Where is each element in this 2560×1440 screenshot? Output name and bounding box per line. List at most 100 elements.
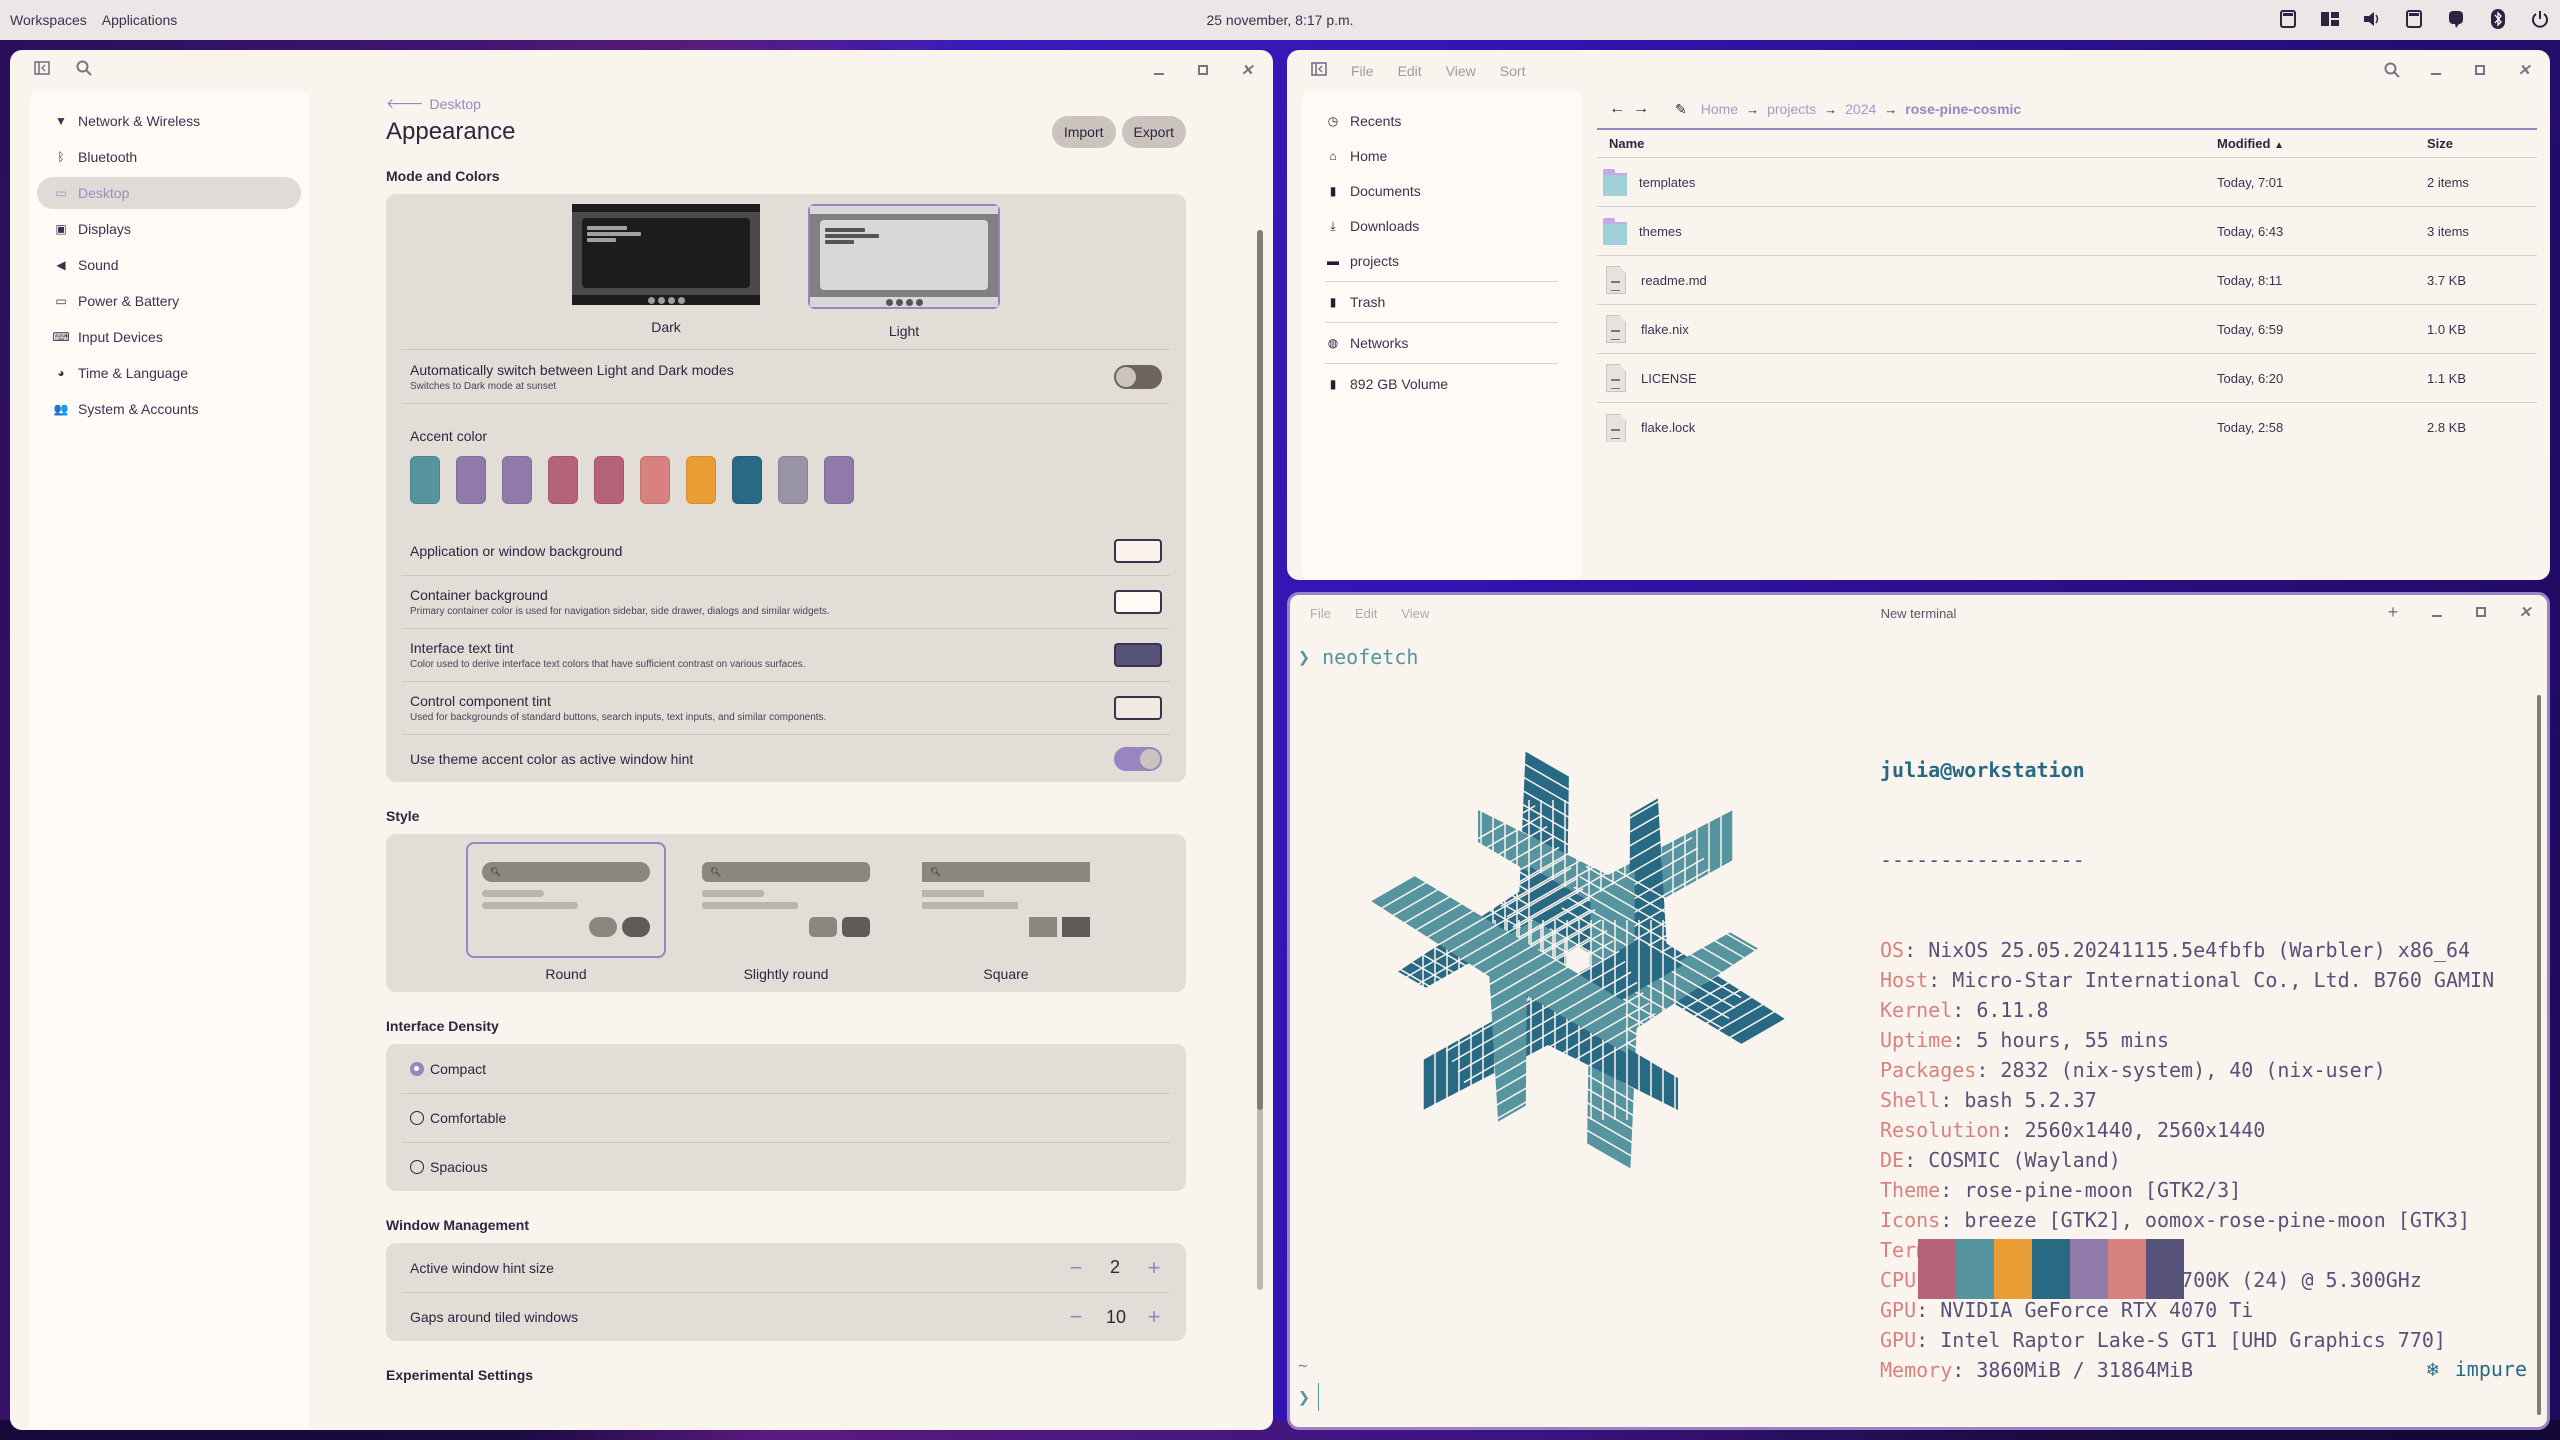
radio-button[interactable] (410, 1111, 424, 1125)
files-sidebar-item-documents[interactable]: ▮ Documents (1301, 176, 1582, 206)
file-row[interactable]: readme.md Today, 8:11 3.7 KB (1597, 256, 2537, 305)
file-row[interactable]: flake.nix Today, 6:59 1.0 KB (1597, 305, 2537, 354)
style-option-square[interactable]: 🔍︎ Square (906, 842, 1106, 982)
mode-option-dark[interactable]: Dark (572, 204, 760, 339)
sidebar-item-desktop[interactable]: ▭ Desktop (37, 177, 301, 209)
column-modified[interactable]: Modified ▲ (2217, 136, 2427, 151)
minimize-button[interactable] (2429, 604, 2445, 620)
applications-button[interactable]: Applications (102, 12, 178, 28)
files-sidebar-item-892-gb-volume[interactable]: ▮ 892 GB Volume (1301, 369, 1582, 399)
bluetooth-icon[interactable] (2488, 8, 2508, 30)
accent-swatch[interactable] (732, 456, 762, 504)
menu-edit[interactable]: Edit (1398, 63, 1422, 79)
notification-icon[interactable] (2446, 8, 2466, 30)
section-experimental[interactable]: Experimental Settings (386, 1367, 1186, 1383)
menu-edit[interactable]: Edit (1355, 606, 1377, 621)
sidebar-item-power-battery[interactable]: ▭ Power & Battery (37, 285, 301, 317)
breadcrumb-current[interactable]: rose-pine-cosmic (1905, 101, 2021, 117)
accent-swatch[interactable] (686, 456, 716, 504)
edit-path-icon[interactable]: ✎ (1675, 101, 1687, 118)
sidebar-item-time-language[interactable]: ◕ Time & Language (37, 357, 301, 389)
accent-swatch[interactable] (594, 456, 624, 504)
close-button[interactable]: ✕ (2516, 62, 2532, 79)
volume-icon[interactable] (2362, 8, 2382, 30)
command-input[interactable]: ❯ (1298, 1383, 1320, 1411)
sidebar-toggle-icon[interactable] (1311, 62, 1327, 79)
files-sidebar-item-downloads[interactable]: ⤓ Downloads (1301, 211, 1582, 241)
file-row[interactable]: LICENSE Today, 6:20 1.1 KB (1597, 354, 2537, 403)
files-sidebar-item-networks[interactable]: ◍ Networks (1301, 328, 1582, 358)
decrement-button[interactable]: − (1068, 1255, 1084, 1281)
breadcrumb-item[interactable]: 2024 (1845, 101, 1876, 117)
sidebar-toggle-icon[interactable] (34, 61, 50, 80)
sidebar-item-network-wireless[interactable]: ▼ Network & Wireless (37, 105, 301, 137)
accent-swatch[interactable] (824, 456, 854, 504)
files-sidebar-item-projects[interactable]: ▬ projects (1301, 246, 1582, 276)
menu-view[interactable]: View (1401, 606, 1429, 621)
sidebar-item-system-accounts[interactable]: 👥 System & Accounts (37, 393, 301, 425)
accent-swatch[interactable] (410, 456, 440, 504)
back-arrow-icon[interactable]: ← (1609, 100, 1625, 118)
accent-swatch[interactable] (502, 456, 532, 504)
decrement-button[interactable]: − (1068, 1304, 1084, 1330)
maximize-button[interactable] (2472, 62, 2488, 78)
display-icon[interactable] (2278, 8, 2298, 30)
file-row[interactable]: themes Today, 6:43 3 items (1597, 207, 2537, 256)
breadcrumb-item[interactable]: projects (1767, 101, 1816, 117)
style-option-round[interactable]: 🔍︎ Round (466, 842, 666, 982)
file-row[interactable]: templates Today, 7:01 2 items (1597, 158, 2537, 207)
sidebar-item-displays[interactable]: ▣ Displays (37, 213, 301, 245)
files-sidebar-item-trash[interactable]: ▮ Trash (1301, 287, 1582, 317)
color-picker-button[interactable] (1114, 643, 1162, 667)
workspaces-button[interactable]: Workspaces (10, 12, 87, 28)
files-sidebar-item-recents[interactable]: ◷ Recents (1301, 106, 1582, 136)
accent-hint-toggle[interactable] (1114, 746, 1162, 771)
display-icon-2[interactable] (2404, 8, 2424, 30)
accent-swatch[interactable] (548, 456, 578, 504)
power-icon[interactable] (2530, 8, 2550, 30)
density-option-spacious[interactable]: Spacious (402, 1142, 1170, 1191)
terminal-output[interactable]: ❯ neofetch julia@workstation -----------… (1298, 645, 2527, 1417)
menu-sort[interactable]: Sort (1500, 63, 1526, 79)
radio-button[interactable] (410, 1061, 424, 1076)
menu-file[interactable]: File (1310, 606, 1331, 621)
close-button[interactable]: ✕ (2517, 604, 2533, 621)
terminal-scrollbar[interactable] (2537, 695, 2541, 1415)
minimize-button[interactable] (1151, 62, 1167, 78)
style-option-slightly-round[interactable]: 🔍︎ Slightly round (686, 842, 886, 982)
color-picker-button[interactable] (1114, 539, 1162, 563)
breadcrumb-item[interactable]: Home (1701, 101, 1738, 117)
accent-swatch[interactable] (778, 456, 808, 504)
export-button[interactable]: Export (1121, 116, 1186, 148)
tiling-icon[interactable] (2320, 8, 2340, 30)
close-button[interactable]: ✕ (1239, 62, 1255, 79)
files-sidebar-item-home[interactable]: ⌂ Home (1301, 141, 1582, 171)
sidebar-item-sound[interactable]: ◀ Sound (37, 249, 301, 281)
scrollbar[interactable] (1257, 230, 1263, 1290)
auto-switch-toggle[interactable] (1114, 364, 1162, 389)
accent-swatch[interactable] (456, 456, 486, 504)
density-option-comfortable[interactable]: Comfortable (402, 1093, 1170, 1142)
increment-button[interactable]: + (1146, 1304, 1162, 1330)
increment-button[interactable]: + (1146, 1255, 1162, 1281)
column-size[interactable]: Size (2427, 136, 2537, 151)
new-tab-button[interactable]: + (2385, 602, 2401, 622)
accent-swatch[interactable] (640, 456, 670, 504)
column-name[interactable]: Name (1597, 136, 2217, 151)
back-link[interactable]: 🡐 Desktop (386, 95, 1186, 112)
color-picker-button[interactable] (1114, 696, 1162, 720)
import-button[interactable]: Import (1051, 116, 1116, 148)
forward-arrow-icon[interactable]: → (1633, 100, 1649, 118)
menu-view[interactable]: View (1446, 63, 1476, 79)
minimize-button[interactable] (2428, 62, 2444, 78)
maximize-button[interactable] (1195, 62, 1211, 78)
radio-button[interactable] (410, 1160, 424, 1174)
color-picker-button[interactable] (1114, 590, 1162, 614)
sidebar-item-input-devices[interactable]: ⌨ Input Devices (37, 321, 301, 353)
search-icon[interactable] (76, 60, 92, 81)
scrollbar-thumb[interactable] (1257, 230, 1263, 1110)
mode-option-light[interactable]: Light (808, 204, 1000, 339)
density-option-compact[interactable]: Compact (402, 1044, 1170, 1093)
file-row[interactable]: flake.lock Today, 2:58 2.8 KB (1597, 403, 2537, 452)
menu-file[interactable]: File (1351, 63, 1374, 79)
